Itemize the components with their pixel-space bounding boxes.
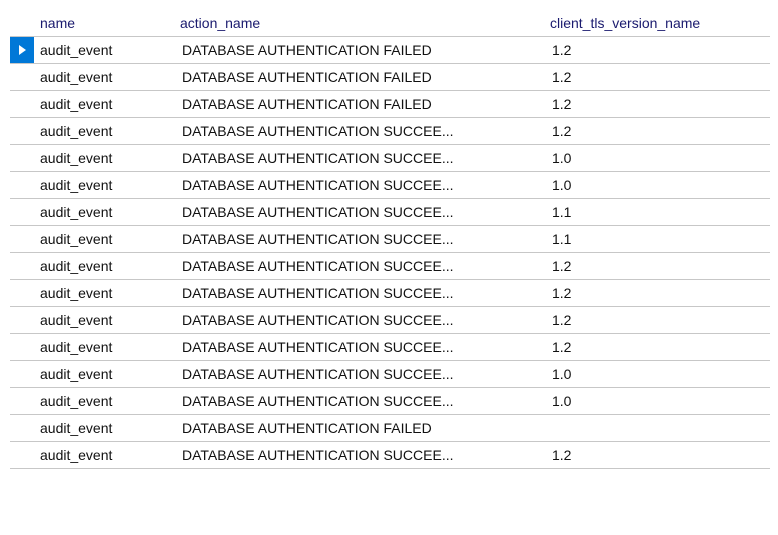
row-indicator[interactable]: [10, 226, 34, 253]
cell-name[interactable]: audit_event: [34, 415, 174, 442]
cell-client-tls-version-name[interactable]: 1.2: [544, 307, 770, 334]
cell-client-tls-version-name[interactable]: 1.2: [544, 91, 770, 118]
column-header-action-name[interactable]: action_name: [174, 10, 544, 37]
cell-name[interactable]: audit_event: [34, 334, 174, 361]
cell-name[interactable]: audit_event: [34, 307, 174, 334]
cell-name[interactable]: audit_event: [34, 253, 174, 280]
cell-name[interactable]: audit_event: [34, 361, 174, 388]
row-indicator[interactable]: [10, 280, 34, 307]
cell-action-name[interactable]: DATABASE AUTHENTICATION SUCCEE...: [174, 145, 544, 172]
results-grid[interactable]: name action_name client_tls_version_name…: [10, 10, 770, 469]
row-indicator[interactable]: [10, 91, 34, 118]
row-indicator[interactable]: [10, 415, 34, 442]
cell-action-name[interactable]: DATABASE AUTHENTICATION FAILED: [174, 91, 544, 118]
cell-name[interactable]: audit_event: [34, 37, 174, 64]
cell-action-name[interactable]: DATABASE AUTHENTICATION SUCCEE...: [174, 118, 544, 145]
cell-name[interactable]: audit_event: [34, 64, 174, 91]
cell-client-tls-version-name[interactable]: 1.2: [544, 37, 770, 64]
row-indicator[interactable]: [10, 64, 34, 91]
row-indicator[interactable]: [10, 361, 34, 388]
cell-client-tls-version-name[interactable]: 1.2: [544, 442, 770, 469]
cell-client-tls-version-name[interactable]: 1.0: [544, 361, 770, 388]
cell-action-name[interactable]: DATABASE AUTHENTICATION FAILED: [174, 37, 544, 64]
cell-name[interactable]: audit_event: [34, 442, 174, 469]
row-indicator[interactable]: [10, 253, 34, 280]
column-header-name[interactable]: name: [34, 10, 174, 37]
cell-action-name[interactable]: DATABASE AUTHENTICATION FAILED: [174, 415, 544, 442]
column-header-client-tls-version-name[interactable]: client_tls_version_name: [544, 10, 770, 37]
cell-client-tls-version-name[interactable]: 1.0: [544, 145, 770, 172]
row-indicator[interactable]: [10, 388, 34, 415]
cell-action-name[interactable]: DATABASE AUTHENTICATION SUCCEE...: [174, 199, 544, 226]
cell-action-name[interactable]: DATABASE AUTHENTICATION FAILED: [174, 64, 544, 91]
column-header-indicator[interactable]: [10, 10, 34, 37]
cell-name[interactable]: audit_event: [34, 388, 174, 415]
cell-name[interactable]: audit_event: [34, 280, 174, 307]
cell-action-name[interactable]: DATABASE AUTHENTICATION SUCCEE...: [174, 334, 544, 361]
row-indicator[interactable]: [10, 37, 34, 64]
cell-action-name[interactable]: DATABASE AUTHENTICATION SUCCEE...: [174, 172, 544, 199]
cell-name[interactable]: audit_event: [34, 226, 174, 253]
row-indicator[interactable]: [10, 199, 34, 226]
cell-action-name[interactable]: DATABASE AUTHENTICATION SUCCEE...: [174, 388, 544, 415]
cell-action-name[interactable]: DATABASE AUTHENTICATION SUCCEE...: [174, 361, 544, 388]
cell-client-tls-version-name[interactable]: 1.1: [544, 226, 770, 253]
cell-action-name[interactable]: DATABASE AUTHENTICATION SUCCEE...: [174, 442, 544, 469]
cell-client-tls-version-name[interactable]: 1.2: [544, 334, 770, 361]
cell-client-tls-version-name[interactable]: 1.0: [544, 172, 770, 199]
cell-name[interactable]: audit_event: [34, 145, 174, 172]
row-indicator[interactable]: [10, 334, 34, 361]
cell-name[interactable]: audit_event: [34, 199, 174, 226]
cell-name[interactable]: audit_event: [34, 172, 174, 199]
cell-action-name[interactable]: DATABASE AUTHENTICATION SUCCEE...: [174, 280, 544, 307]
row-indicator[interactable]: [10, 442, 34, 469]
cell-name[interactable]: audit_event: [34, 91, 174, 118]
cell-client-tls-version-name[interactable]: 1.2: [544, 253, 770, 280]
cell-client-tls-version-name[interactable]: 1.1: [544, 199, 770, 226]
cell-action-name[interactable]: DATABASE AUTHENTICATION SUCCEE...: [174, 307, 544, 334]
cell-action-name[interactable]: DATABASE AUTHENTICATION SUCCEE...: [174, 253, 544, 280]
cell-client-tls-version-name[interactable]: 1.2: [544, 64, 770, 91]
cell-client-tls-version-name[interactable]: 1.2: [544, 118, 770, 145]
row-indicator[interactable]: [10, 172, 34, 199]
cell-client-tls-version-name[interactable]: [544, 415, 770, 442]
row-indicator[interactable]: [10, 307, 34, 334]
cell-name[interactable]: audit_event: [34, 118, 174, 145]
cell-client-tls-version-name[interactable]: 1.2: [544, 280, 770, 307]
row-indicator[interactable]: [10, 118, 34, 145]
cell-client-tls-version-name[interactable]: 1.0: [544, 388, 770, 415]
row-indicator[interactable]: [10, 145, 34, 172]
current-row-icon: [19, 45, 26, 55]
cell-action-name[interactable]: DATABASE AUTHENTICATION SUCCEE...: [174, 226, 544, 253]
